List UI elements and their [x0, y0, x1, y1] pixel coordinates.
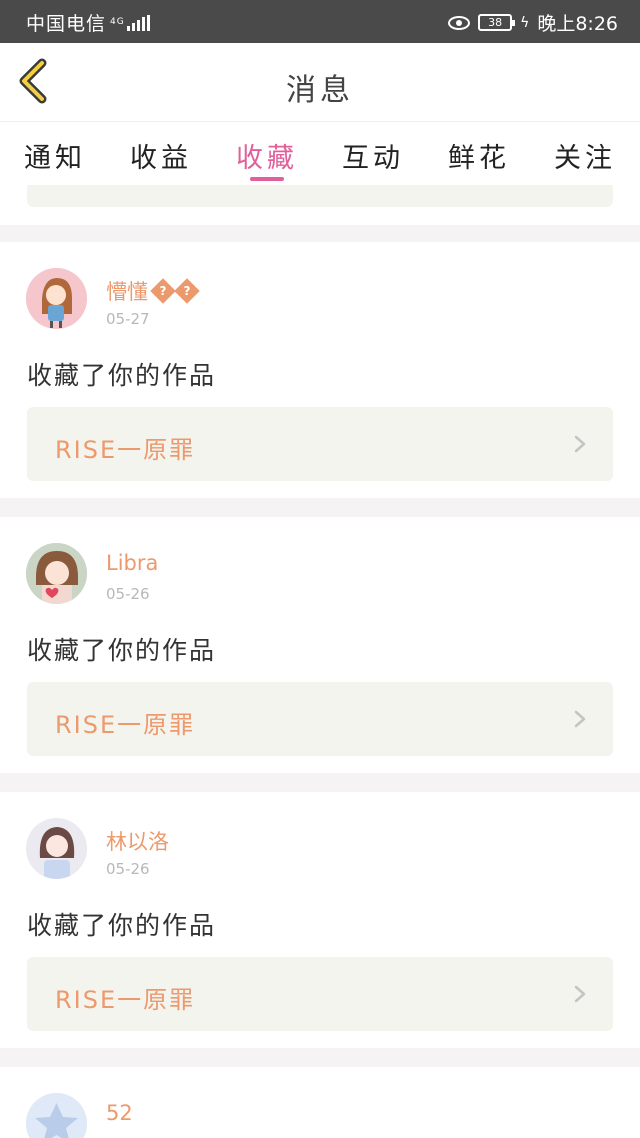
list-item: 懵懂?? 05-27 收藏了你的作品 RISE一原罪	[0, 242, 640, 498]
tab-favorites[interactable]: 收藏	[222, 136, 312, 175]
username-text: 懵懂	[106, 280, 148, 304]
avatar[interactable]	[26, 1093, 87, 1138]
work-link-partial[interactable]	[27, 185, 613, 207]
page-title: 消息	[286, 73, 354, 108]
tab-notifications[interactable]: 通知	[10, 136, 100, 175]
status-bar: 中国电信 4G 38 ϟ 晚上8:26	[0, 0, 640, 43]
chevron-right-icon	[574, 985, 586, 1003]
avatar[interactable]	[26, 818, 87, 879]
action-text: 收藏了你的作品	[27, 636, 217, 665]
tab-bar: 通知 收益 收藏 互动 鲜花 关注	[0, 121, 640, 185]
avatar-image	[26, 268, 87, 329]
username[interactable]: 林以洛	[106, 826, 169, 856]
avatar-image	[26, 818, 87, 879]
unknown-glyph-icon: ?	[174, 278, 200, 304]
avatar-image	[26, 543, 87, 604]
timestamp: 05-27	[106, 310, 150, 328]
username[interactable]: Libra	[106, 551, 158, 575]
default-avatar-icon	[26, 1093, 87, 1138]
work-title: RISE一原罪	[55, 711, 196, 739]
username[interactable]: 懵懂??	[106, 276, 200, 306]
timestamp: 05-26	[106, 585, 150, 603]
unknown-glyph-text: ?	[159, 284, 167, 298]
list-item: 林以洛 05-26 收藏了你的作品 RISE一原罪	[0, 792, 640, 1048]
avatar[interactable]	[26, 268, 87, 329]
tab-flowers[interactable]: 鲜花	[434, 136, 524, 175]
work-title: RISE一原罪	[55, 986, 196, 1014]
charging-icon: ϟ	[520, 14, 530, 31]
action-text: 收藏了你的作品	[27, 911, 217, 940]
work-link[interactable]: RISE一原罪	[27, 682, 613, 756]
partial-card	[0, 185, 640, 225]
battery-icon: 38	[478, 14, 516, 31]
list-item: Libra 05-26 收藏了你的作品 RISE一原罪	[0, 517, 640, 773]
unknown-glyph-icon: ?	[150, 278, 176, 304]
unknown-glyph-text: ?	[183, 284, 191, 298]
nav-bar: 消息	[0, 43, 640, 121]
carrier-label: 中国电信	[26, 13, 107, 35]
chevron-right-icon	[574, 435, 586, 453]
network-type: 4G	[110, 17, 125, 27]
list-item: 52	[0, 1067, 640, 1138]
eye-comfort-icon	[448, 15, 471, 30]
tab-interactions[interactable]: 互动	[328, 136, 418, 175]
timestamp: 05-26	[106, 860, 150, 878]
avatar[interactable]	[26, 543, 87, 604]
work-title: RISE一原罪	[55, 436, 196, 464]
tab-following[interactable]: 关注	[540, 136, 630, 175]
work-link[interactable]: RISE一原罪	[27, 957, 613, 1031]
work-link[interactable]: RISE一原罪	[27, 407, 613, 481]
clock: 晚上8:26	[537, 13, 618, 35]
active-tab-indicator	[250, 177, 284, 181]
chevron-right-icon	[574, 710, 586, 728]
username[interactable]: 52	[106, 1101, 133, 1125]
battery-level: 38	[488, 16, 503, 29]
action-text: 收藏了你的作品	[27, 361, 217, 390]
signal-icon	[126, 14, 150, 31]
tab-earnings[interactable]: 收益	[116, 136, 206, 175]
